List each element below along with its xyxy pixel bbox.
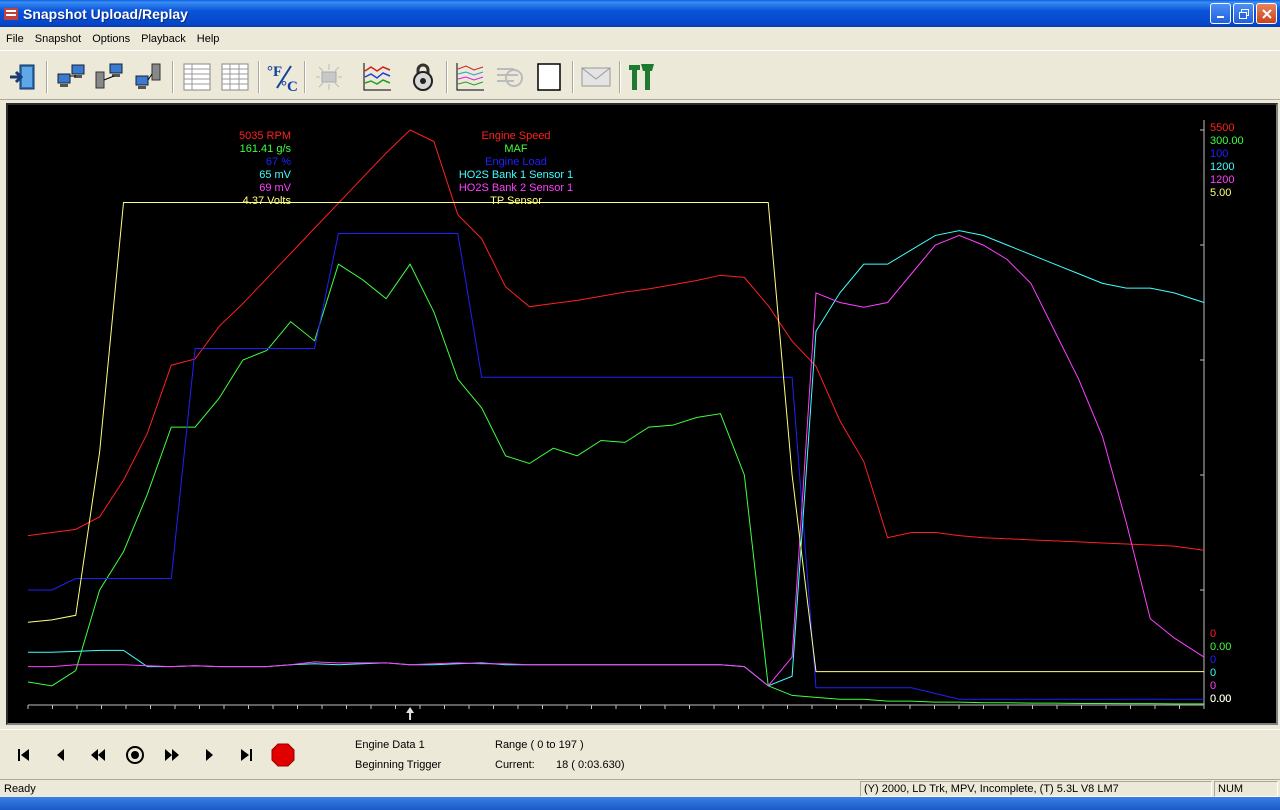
exit-icon[interactable] — [6, 60, 40, 94]
window-title: Snapshot Upload/Replay — [23, 5, 188, 22]
legend-name: MAF — [504, 143, 528, 155]
svg-text:°C: °C — [281, 79, 298, 94]
legend-name: HO2S Bank 2 Sensor 1 — [459, 182, 573, 194]
grid-view-icon[interactable] — [180, 60, 214, 94]
menu-snapshot[interactable]: Snapshot — [29, 33, 86, 45]
toolbar: °F °C — [0, 50, 1280, 100]
scale-min-label: 0.00 — [1210, 641, 1231, 653]
engine-data-label: Engine Data 1 — [355, 739, 425, 751]
svg-text:°F: °F — [267, 64, 282, 80]
scale-min-label: 0 — [1210, 680, 1216, 692]
replay-disabled-icon — [493, 60, 527, 94]
scale-max-label: 300.00 — [1210, 135, 1244, 147]
stop-icon[interactable] — [269, 742, 297, 768]
restore-button[interactable] — [1233, 3, 1254, 24]
scale-zero-label: 0.00 — [1210, 693, 1231, 705]
upload-snapshot-icon[interactable] — [54, 60, 88, 94]
legend-value: 5035 RPM — [239, 130, 291, 142]
temperature-units-icon[interactable]: °F °C — [265, 60, 299, 94]
series-line-4 — [28, 234, 1205, 687]
step-back-icon[interactable] — [47, 742, 75, 768]
scale-max-label: 5.00 — [1210, 187, 1231, 199]
scale-max-label: 1200 — [1210, 161, 1234, 173]
legend-value: 4.37 Volts — [243, 195, 292, 207]
menu-bar: File Snapshot Options Playback Help — [0, 28, 1280, 49]
scale-max-label: 100 — [1210, 148, 1228, 160]
menu-playback[interactable]: Playback — [135, 33, 191, 45]
scale-max-label: 1200 — [1210, 174, 1234, 186]
scale-min-label: 0 — [1210, 628, 1216, 640]
engine-data-chart[interactable]: 5035 RPM Engine Speed 161.41 g/s MAF 67 % Eng… — [8, 105, 1276, 723]
series-line-3 — [28, 230, 1205, 687]
legend-name: TP Sensor — [490, 195, 542, 207]
taskbar-strip — [0, 797, 1280, 810]
scale-min-label: 0 — [1210, 654, 1216, 666]
close-button[interactable] — [1256, 3, 1277, 24]
range-label: Range ( 0 to 197 ) — [495, 739, 584, 751]
mail-icon — [579, 60, 613, 94]
chart-panel[interactable]: 5035 RPM Engine Speed 161.41 g/s MAF 67 % Eng… — [6, 103, 1278, 725]
minimize-button[interactable] — [1210, 3, 1231, 24]
current-value: 18 ( 0:03.630) — [556, 759, 625, 771]
multi-graph-icon[interactable] — [453, 60, 487, 94]
download-snapshot-icon[interactable] — [92, 60, 126, 94]
status-ready: Ready — [4, 783, 36, 795]
series-line-2 — [28, 233, 1204, 700]
scale-max-label: 5500 — [1210, 122, 1234, 134]
legend-value: 161.41 g/s — [240, 143, 292, 155]
page-icon[interactable] — [532, 60, 566, 94]
series-line-0 — [27, 129, 1205, 551]
status-vehicle: (Y) 2000, LD Trk, MPV, Incomplete, (T) 5… — [860, 781, 1212, 797]
transfer-icon[interactable] — [132, 60, 166, 94]
legend-value: 67 % — [266, 156, 291, 168]
last-frame-icon[interactable] — [232, 742, 260, 768]
scale-min-label: 0 — [1210, 667, 1216, 679]
lock-icon[interactable] — [406, 60, 440, 94]
disabled-device-icon — [312, 60, 346, 94]
status-num: NUM — [1214, 781, 1278, 797]
graph-view-icon[interactable] — [360, 60, 394, 94]
first-frame-icon[interactable] — [10, 742, 38, 768]
menu-help[interactable]: Help — [191, 33, 225, 45]
playback-bar: Engine Data 1 Beginning Trigger Range ( … — [0, 729, 1280, 779]
tools-icon[interactable] — [626, 60, 660, 94]
record-icon[interactable] — [121, 742, 149, 768]
fast-forward-icon[interactable] — [158, 742, 186, 768]
title-bar: Snapshot Upload/Replay — [0, 0, 1280, 27]
legend-name: HO2S Bank 1 Sensor 1 — [459, 169, 573, 181]
legend-value: 69 mV — [259, 182, 291, 194]
current-label: Current: — [495, 759, 535, 771]
legend-name: Engine Speed — [481, 130, 550, 142]
fast-rewind-icon[interactable] — [84, 742, 112, 768]
legend-value: 65 mV — [259, 169, 291, 181]
step-forward-icon[interactable] — [195, 742, 223, 768]
trigger-label: Beginning Trigger — [355, 759, 442, 771]
series-line-1 — [27, 263, 1204, 705]
legend-name: Engine Load — [485, 156, 547, 168]
menu-file[interactable]: File — [0, 33, 29, 45]
series-line-5 — [27, 201, 1204, 673]
grid-view-2-icon[interactable] — [218, 60, 252, 94]
app-icon[interactable] — [3, 6, 19, 22]
menu-options[interactable]: Options — [86, 33, 135, 45]
status-bar: Ready (Y) 2000, LD Trk, MPV, Incomplete,… — [0, 779, 1280, 797]
